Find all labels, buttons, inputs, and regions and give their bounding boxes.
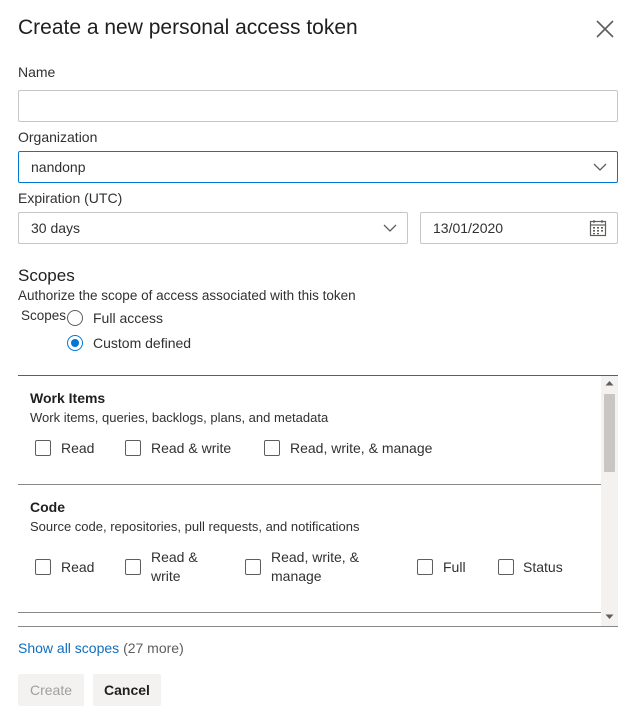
- scroll-down-arrow-icon[interactable]: [605, 614, 614, 620]
- checkbox-label: Read, write, & manage: [290, 440, 433, 456]
- checkbox-label: Read: [61, 559, 95, 575]
- show-all-scopes-row: Show all scopes (27 more): [18, 640, 184, 656]
- scroll-up-arrow-icon[interactable]: [605, 380, 614, 386]
- name-label: Name: [18, 64, 56, 80]
- section-title-code: Code: [30, 499, 65, 515]
- scopes-heading: Scopes: [18, 266, 75, 285]
- checkbox-label: Status: [523, 559, 563, 575]
- checkbox-work-items-manage[interactable]: [264, 440, 280, 456]
- checkbox-work-items-read-write[interactable]: [125, 440, 141, 456]
- checkbox-code-read-write[interactable]: [125, 559, 141, 575]
- section-divider: [18, 484, 601, 485]
- expiration-date-value: 13/01/2020: [433, 220, 504, 236]
- radio-button[interactable]: [67, 335, 83, 351]
- scopes-radio-label: Scopes: [21, 308, 67, 323]
- name-input[interactable]: [31, 98, 605, 114]
- radio-custom-defined[interactable]: Custom defined: [67, 334, 267, 354]
- section-divider: [18, 612, 601, 613]
- expiration-value: 30 days: [31, 220, 81, 236]
- organization-select[interactable]: nandonp: [18, 151, 618, 183]
- radio-full-access[interactable]: Full access: [67, 309, 267, 329]
- calendar-icon[interactable]: [589, 219, 607, 237]
- organization-value: nandonp: [31, 159, 86, 175]
- scrollbar[interactable]: [601, 376, 618, 626]
- checkbox-code-status[interactable]: [498, 559, 514, 575]
- show-all-scopes-link[interactable]: Show all scopes: [18, 640, 119, 656]
- section-title-work-items: Work Items: [30, 390, 106, 406]
- checkbox-code-read[interactable]: [35, 559, 51, 575]
- checkbox-label: Read, write, & manage: [271, 549, 359, 584]
- scopes-description: Authorize the scope of access associated…: [18, 288, 356, 303]
- checkbox-label: Read & write: [151, 549, 198, 584]
- chevron-down-icon: [383, 224, 397, 232]
- checkbox-label: Read & write: [151, 440, 232, 456]
- radio-label: Custom defined: [93, 335, 192, 351]
- chevron-down-icon: [593, 163, 607, 171]
- name-field-container: [18, 90, 618, 122]
- checkbox-label: Read: [61, 440, 95, 456]
- section-description: Source code, repositories, pull requests…: [30, 519, 360, 534]
- checkbox-code-full[interactable]: [417, 559, 433, 575]
- create-button[interactable]: Create: [18, 674, 84, 706]
- dialog-title: Create a new personal access token: [18, 16, 358, 39]
- checkbox-code-manage[interactable]: [245, 559, 261, 575]
- cancel-button[interactable]: Cancel: [93, 674, 161, 706]
- radio-button[interactable]: [67, 310, 83, 326]
- radio-label: Full access: [93, 310, 164, 326]
- more-scopes-count: (27 more): [123, 640, 184, 656]
- scrollbar-thumb[interactable]: [604, 394, 615, 472]
- expiration-label: Expiration (UTC): [18, 190, 123, 206]
- close-icon[interactable]: [594, 18, 616, 40]
- checkbox-label: Full: [443, 559, 466, 575]
- expiration-date-picker[interactable]: 13/01/2020: [420, 212, 618, 244]
- checkbox-work-items-read[interactable]: [35, 440, 51, 456]
- scopes-list[interactable]: Work Items Work items, queries, backlogs…: [18, 375, 618, 627]
- organization-label: Organization: [18, 129, 98, 145]
- expiration-select[interactable]: 30 days: [18, 212, 408, 244]
- section-description: Work items, queries, backlogs, plans, an…: [30, 410, 329, 425]
